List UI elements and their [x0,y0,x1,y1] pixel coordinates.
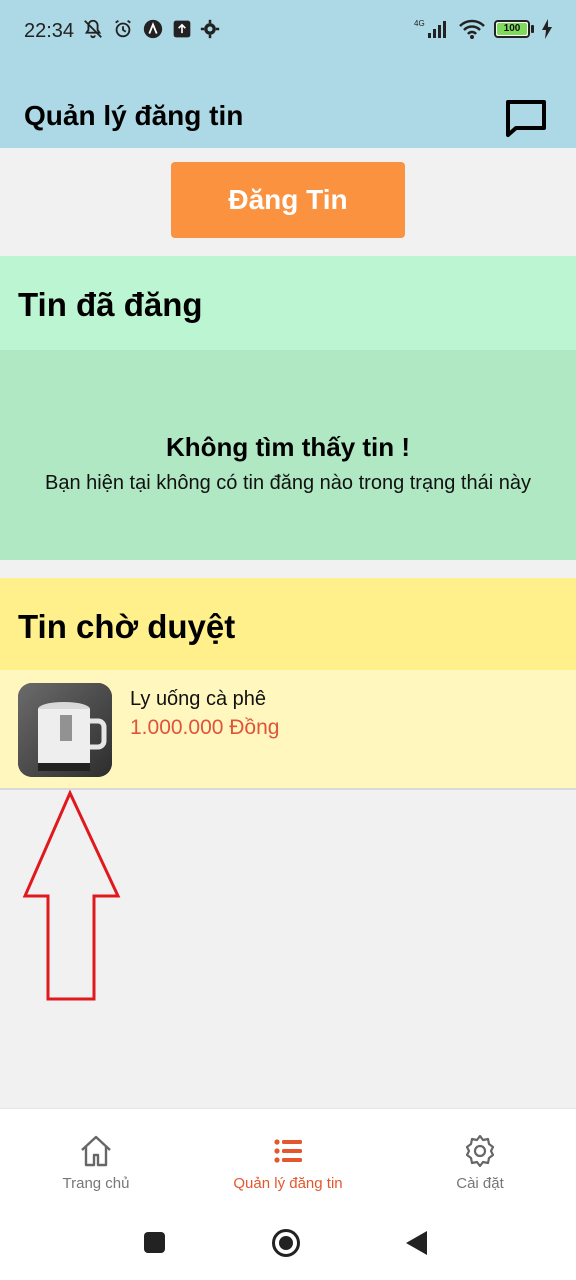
empty-state-subtitle: Bạn hiện tại không có tin đăng nào trong… [45,472,531,494]
system-navigation-bar [0,1212,576,1280]
nav-item-manage-posts[interactable]: Quản lý đăng tin [192,1109,384,1212]
status-time: 22:34 [24,20,75,42]
chat-bubble-icon [506,100,546,137]
nav-label-manage-posts: Quản lý đăng tin [233,1175,343,1192]
upload-icon [172,19,192,39]
posted-section-header: Tin đã đăng [0,256,576,350]
nav-label-home: Trang chủ [62,1175,130,1192]
top-app-bar: 22:34 4G 100 Quản lý đăng tin [0,0,576,148]
page-title: Quản lý đăng tin [24,100,244,131]
signal-icon: 4G [414,18,450,40]
home-icon [81,1135,111,1167]
pending-section-header: Tin chờ duyệt [0,578,576,670]
gear-icon [465,1134,495,1168]
status-system-icons: 4G 100 [414,18,552,40]
posted-section-title: Tin đã đăng [18,286,203,323]
bottom-navigation: Trang chủ Quản lý đăng tin Cài đặt [0,1108,576,1212]
pending-section-title: Tin chờ duyệt [18,608,236,645]
charging-icon [542,19,552,39]
wifi-icon [458,18,486,40]
recents-button[interactable] [144,1232,165,1253]
battery-icon: 100 [494,20,534,38]
annotation-arrow-up-icon [22,790,121,1001]
alarm-icon [112,18,134,40]
pending-list-item[interactable]: Ly uống cà phê 1.000.000 Đồng [0,670,576,790]
home-system-button[interactable] [272,1229,300,1257]
item-name: Ly uống cà phê [130,688,267,710]
nav-item-settings[interactable]: Cài đặt [384,1109,576,1212]
post-ad-button[interactable]: Đăng Tin [171,162,405,238]
list-icon [274,1139,302,1163]
app-a-icon [142,18,164,40]
item-price: 1.000.000 Đồng [130,716,280,739]
status-notification-icons [82,18,220,40]
nav-label-settings: Cài đặt [456,1175,504,1192]
bell-off-icon [82,18,104,40]
messages-button[interactable] [504,98,548,138]
back-button[interactable] [406,1231,427,1255]
status-bar: 22:34 4G 100 [0,0,576,62]
posted-empty-state: Không tìm thấy tin ! Bạn hiện tại không … [0,350,576,560]
nav-item-home[interactable]: Trang chủ [0,1109,192,1212]
item-thumbnail [18,683,112,777]
empty-state-title: Không tìm thấy tin ! [165,432,411,462]
svg-text:4G: 4G [414,19,425,28]
settings-small-icon [200,19,220,39]
